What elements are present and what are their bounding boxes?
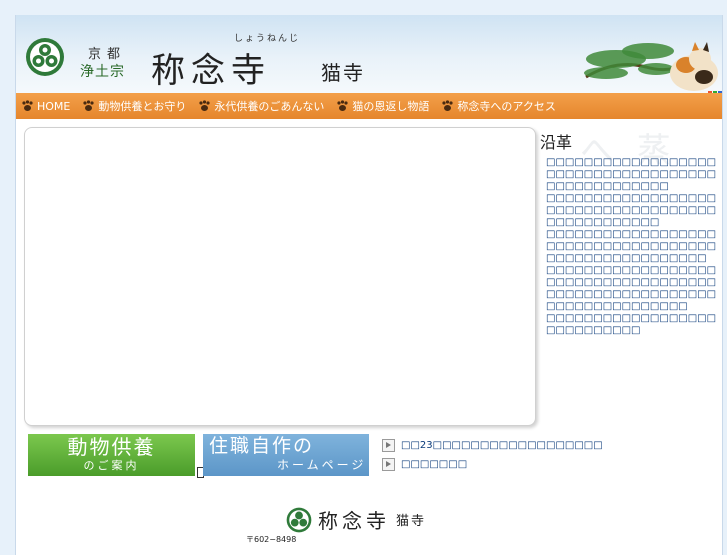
nekodera-label: 猫寺 (321, 61, 365, 85)
nav-label: 動物供養とお守り (98, 100, 187, 113)
temple-crest-logo[interactable] (25, 37, 65, 77)
history-title: 沿革 (540, 133, 573, 152)
nav-item-eternal[interactable]: 永代供養のごあんない (193, 98, 324, 114)
main-nav: HOME 動物供養とお守り 永代供養のごあんない 猫の恩返し物語 称念寺へのアク… (16, 93, 722, 119)
temple-crest-icon (286, 507, 312, 532)
banner-sub-text: のご案内 (83, 459, 140, 472)
history-paragraph: □□□□□□□□□□□□□□□□□□□□□□□□□□□□□□□□□□□□□□□□… (546, 157, 717, 192)
news-link[interactable]: □□□□□□□ (382, 458, 603, 471)
paw-icon (83, 100, 94, 111)
news-links: □□23□□□□□□□□□□□□□□□□□□ □□□□□□□ (382, 439, 603, 477)
paw-icon (22, 100, 33, 111)
site-header: 京都 浄土宗 しょうねんじ 称念寺 猫寺 (16, 15, 722, 93)
history-text: □□□□□□□□□□□□□□□□□□□□□□□□□□□□□□□□□□□□□□□□… (546, 157, 720, 337)
play-arrow-icon (382, 458, 395, 471)
banner-main-text: 動物供養 (67, 435, 156, 459)
pine-and-cat-illustration (584, 42, 722, 93)
main-content-frame (24, 127, 536, 426)
news-link[interactable]: □□23□□□□□□□□□□□□□□□□□□ (382, 439, 603, 452)
footer-logo: 称念寺 猫寺 (286, 505, 426, 534)
animal-memorial-banner[interactable]: 動物供養 のご案内 (28, 434, 195, 476)
news-link-text: □□□□□□□ (401, 459, 468, 470)
page-container: 京都 浄土宗 しょうねんじ 称念寺 猫寺 HOME 動物供養とお守り 永代供養の… (15, 15, 723, 555)
nav-label: 永代供養のごあんない (214, 100, 325, 113)
history-paragraph: □□□□□□□□□□□□□□□□□□□□□□□□□□□□ (546, 313, 717, 336)
nav-label: 猫の恩返し物語 (352, 100, 430, 113)
postal-code: 〒602−8498 (246, 535, 297, 544)
nav-item-story[interactable]: 猫の恩返し物語 (331, 98, 429, 114)
play-arrow-icon (382, 439, 395, 452)
kyoto-label: 京都 (88, 47, 127, 62)
history-paragraph: □□□□□□□□□□□□□□□□□□□□□□□□□□□□□□□□□□□□□□□□… (546, 229, 717, 264)
history-paragraph: □□□□□□□□□□□□□□□□□□□□□□□□□□□□□□□□□□□□□□□□… (546, 265, 717, 312)
banner-sub-text: ホームページ (277, 458, 367, 472)
history-sidebar: へ 蒸 沿革 □□□□□□□□□□□□□□□□□□□□□□□□□□□□□□□□□… (540, 129, 720, 337)
paw-icon (442, 100, 453, 111)
paw-icon (337, 100, 348, 111)
history-paragraph: □□□□□□□□□□□□□□□□□□□□□□□□□□□□□□□□□□□□□□□□… (546, 193, 717, 228)
temple-title: 称念寺 (151, 51, 271, 91)
paw-icon (199, 100, 210, 111)
nav-label: HOME (37, 99, 71, 113)
priest-homepage-banner[interactable]: 住職自作の ホームページ (203, 434, 369, 476)
nav-item-access[interactable]: 称念寺へのアクセス (436, 98, 556, 114)
sect-label: 浄土宗 (80, 64, 125, 80)
nav-item-home[interactable]: HOME (16, 100, 70, 113)
news-link-text: □□23□□□□□□□□□□□□□□□□□□ (401, 440, 603, 451)
banner-main-text: 住職自作の (209, 435, 315, 457)
footer-nekodera: 猫寺 (396, 514, 427, 529)
nav-item-memorial[interactable]: 動物供養とお守り (77, 98, 186, 114)
footer-temple-name: 称念寺 (318, 509, 390, 533)
nav-label: 称念寺へのアクセス (457, 100, 556, 113)
